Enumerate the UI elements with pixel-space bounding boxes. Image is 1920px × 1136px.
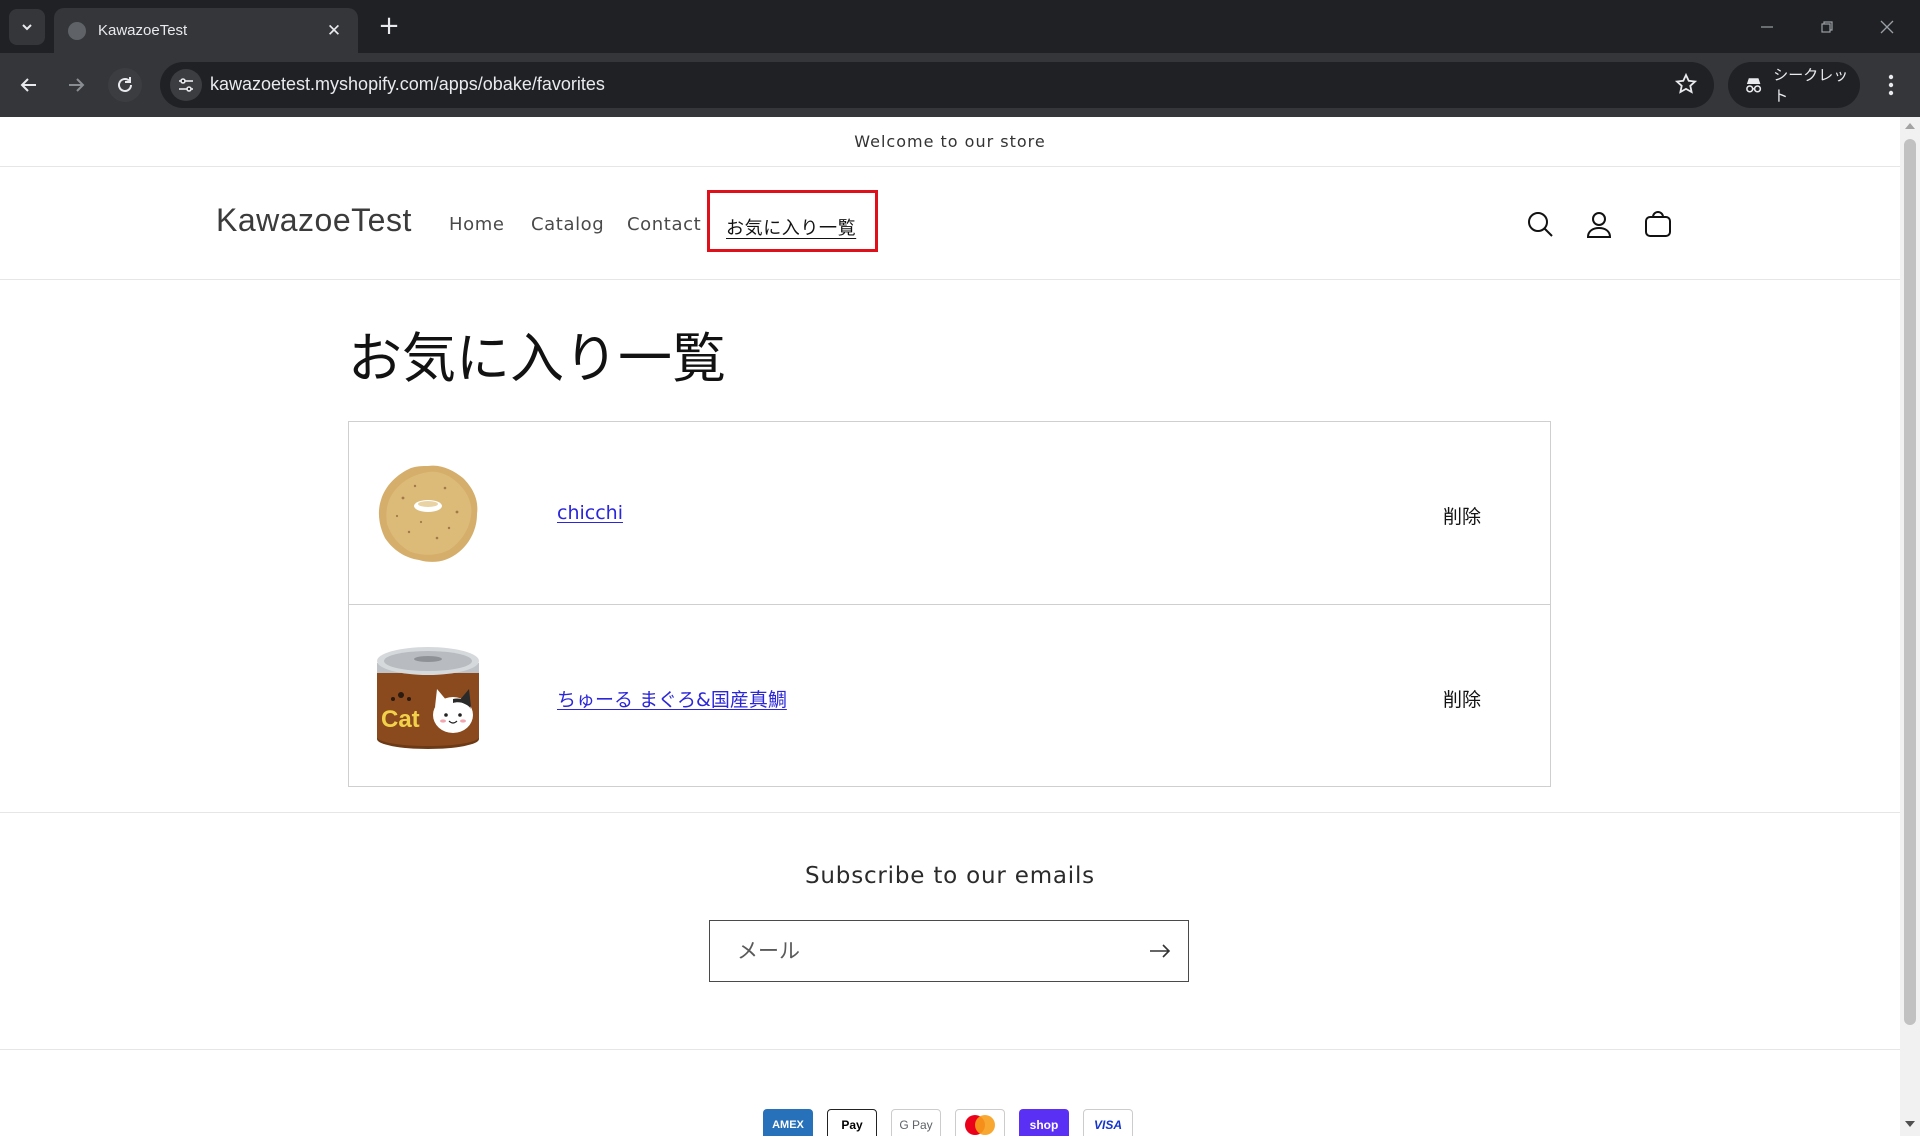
- site-info-button[interactable]: [170, 69, 202, 101]
- incognito-label: シークレット: [1773, 66, 1849, 105]
- address-bar[interactable]: kawazoetest.myshopify.com/apps/obake/fav…: [160, 62, 1714, 108]
- search-button[interactable]: [1520, 204, 1560, 244]
- tab-search-button[interactable]: [9, 9, 45, 45]
- close-window-button[interactable]: [1872, 12, 1902, 42]
- browser-tab-bar: KawazoeTest ✕ +: [0, 0, 1920, 53]
- store-logo[interactable]: KawazoeTest: [216, 202, 412, 239]
- payment-icons: AMEX Pay G Pay shop VISA: [763, 1109, 1133, 1136]
- reload-icon: [118, 77, 132, 92]
- visa-icon: VISA: [1083, 1109, 1133, 1136]
- tune-icon: [179, 78, 193, 92]
- page-viewport: Welcome to our store KawazoeTest Home Ca…: [0, 117, 1900, 1136]
- browser-tab[interactable]: KawazoeTest ✕: [54, 8, 358, 53]
- product-image[interactable]: [373, 458, 483, 568]
- product-image[interactable]: Cat: [373, 641, 483, 751]
- subscribe-submit-button[interactable]: [1146, 937, 1174, 965]
- close-tab-icon[interactable]: ✕: [322, 21, 346, 41]
- mastercard-circles-icon: [965, 1115, 995, 1135]
- tab-title: KawazoeTest: [98, 22, 188, 39]
- search-icon: [1528, 212, 1553, 237]
- favorite-product-link[interactable]: ちゅーる まぐろ&国産真鯛: [557, 685, 787, 712]
- apple-pay-icon: Pay: [827, 1109, 877, 1136]
- mastercard-icon: [955, 1109, 1005, 1136]
- minimize-button[interactable]: [1752, 12, 1782, 42]
- close-icon: [1880, 20, 1894, 34]
- scroll-up-arrow[interactable]: [1905, 123, 1915, 129]
- browser-toolbar: kawazoetest.myshopify.com/apps/obake/fav…: [0, 53, 1920, 117]
- cart-button[interactable]: [1638, 204, 1678, 244]
- section-divider: [0, 812, 1900, 813]
- globe-icon: [68, 21, 86, 40]
- account-button[interactable]: [1579, 204, 1619, 244]
- arrow-right-icon: [1150, 944, 1171, 958]
- favorite-item: chicchi 削除: [349, 422, 1550, 605]
- more-vert-icon: [1888, 74, 1894, 96]
- subscribe-title: Subscribe to our emails: [805, 863, 1095, 889]
- arrow-left-icon: [20, 78, 36, 92]
- footer-divider: [0, 1049, 1900, 1050]
- cart-bag-icon: [1645, 211, 1671, 237]
- google-pay-icon: G Pay: [891, 1109, 941, 1136]
- restore-button[interactable]: [1812, 12, 1842, 42]
- store-header: KawazoeTest Home Catalog Contact お気に入り一覧: [0, 168, 1900, 280]
- amex-icon: AMEX: [763, 1109, 813, 1136]
- nav-catalog[interactable]: Catalog: [531, 214, 604, 235]
- nav-home[interactable]: Home: [449, 214, 505, 235]
- page-scrollbar[interactable]: [1900, 117, 1920, 1136]
- arrow-right-icon: [69, 78, 85, 92]
- donut-cookie-icon: [378, 465, 478, 562]
- svg-text:Cat: Cat: [381, 706, 420, 733]
- page-title: お気に入り一覧: [348, 327, 726, 390]
- scroll-down-arrow[interactable]: [1905, 1121, 1915, 1127]
- browser-menu-button[interactable]: [1876, 68, 1906, 102]
- bookmark-button[interactable]: [1674, 72, 1698, 100]
- forward-button[interactable]: [59, 68, 93, 102]
- new-tab-button[interactable]: +: [374, 12, 404, 42]
- star-icon: [1674, 72, 1698, 94]
- delete-favorite-button[interactable]: 削除: [1443, 502, 1481, 529]
- highlight-annotation: [707, 190, 878, 252]
- favorite-product-link[interactable]: chicchi: [557, 502, 623, 524]
- shop-pay-icon: shop: [1019, 1109, 1069, 1136]
- reload-button[interactable]: [108, 68, 142, 102]
- restore-icon: [1821, 21, 1833, 33]
- url-text[interactable]: kawazoetest.myshopify.com/apps/obake/fav…: [210, 74, 605, 95]
- cat-food-can-icon: Cat: [377, 647, 479, 749]
- favorites-list: chicchi 削除 Cat ちゅーる まぐろ&国産真鯛 削除: [348, 421, 1551, 787]
- newsletter-form: [709, 920, 1189, 982]
- nav-contact[interactable]: Contact: [627, 214, 701, 235]
- incognito-profile-button[interactable]: シークレット: [1728, 62, 1860, 108]
- delete-favorite-button[interactable]: 削除: [1443, 685, 1481, 712]
- back-button[interactable]: [12, 68, 46, 102]
- incognito-icon: [1746, 78, 1762, 93]
- chevron-down-icon: [22, 24, 32, 31]
- user-icon: [1586, 212, 1612, 238]
- email-input[interactable]: [710, 921, 1130, 980]
- announcement-bar: Welcome to our store: [0, 117, 1900, 167]
- favorite-item: Cat ちゅーる まぐろ&国産真鯛 削除: [349, 605, 1550, 786]
- scroll-thumb[interactable]: [1904, 139, 1916, 1025]
- minimize-icon: [1761, 26, 1773, 28]
